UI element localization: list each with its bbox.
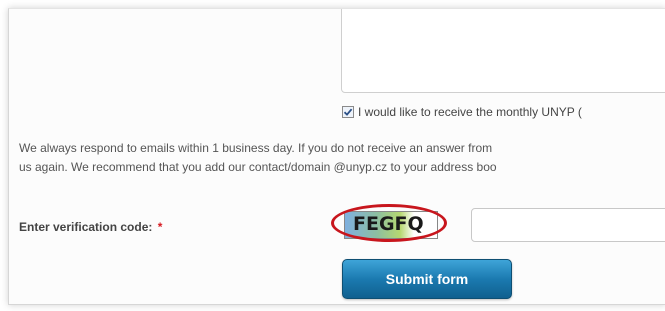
newsletter-row: I would like to receive the monthly UNYP…: [342, 105, 582, 119]
newsletter-label: I would like to receive the monthly UNYP…: [358, 105, 582, 119]
verification-code-input[interactable]: [471, 208, 665, 242]
required-marker: *: [157, 220, 163, 234]
response-notice: We always respond to emails within 1 bus…: [19, 139, 665, 177]
notice-line-1: We always respond to emails within 1 bus…: [19, 141, 493, 155]
captcha-highlight-ring: [331, 204, 447, 242]
verification-label: Enter verification code: *: [19, 220, 162, 234]
newsletter-checkbox[interactable]: [342, 106, 354, 118]
message-textarea[interactable]: [341, 9, 665, 93]
contact-form-panel: I would like to receive the monthly UNYP…: [8, 8, 665, 305]
checkmark-icon: [343, 108, 353, 116]
notice-line-2: us again. We recommend that you add our …: [19, 160, 497, 174]
submit-button[interactable]: Submit form: [342, 259, 512, 299]
verification-label-text: Enter verification code:: [19, 220, 153, 234]
